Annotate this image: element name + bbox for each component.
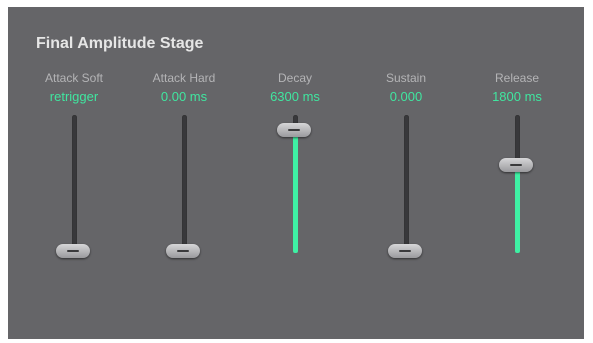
release-slider-fill [515,164,520,253]
attack-hard-slider-thumb[interactable] [166,244,200,258]
release-control: Release 1800 ms [462,0,572,343]
attack-hard-slider-track[interactable] [182,115,187,253]
attack-hard-control: Attack Hard 0.00 ms [129,0,239,343]
decay-control: Decay 6300 ms [240,0,350,343]
decay-label: Decay [277,71,312,85]
attack-soft-control: Attack Soft retrigger [19,0,129,343]
attack-soft-slider-track[interactable] [72,115,77,253]
sustain-slider-track[interactable] [404,115,409,253]
attack-hard-label: Attack Hard [152,71,216,85]
decay-value[interactable]: 6300 ms [240,89,350,104]
release-slider-track[interactable] [515,115,520,253]
attack-soft-slider-thumb[interactable] [56,244,90,258]
decay-slider-thumb[interactable] [277,122,311,137]
attack-hard-value[interactable]: 0.00 ms [129,89,239,104]
sustain-value[interactable]: 0.000 [351,89,461,104]
sustain-slider-thumb[interactable] [388,244,422,258]
release-label: Release [494,71,540,85]
sustain-label: Sustain [385,71,427,85]
release-slider-thumb[interactable] [499,157,533,172]
decay-slider-fill [293,129,298,253]
release-value[interactable]: 1800 ms [462,89,572,104]
sustain-control: Sustain 0.000 [351,0,461,343]
attack-soft-label: Attack Soft [44,71,104,85]
attack-soft-value[interactable]: retrigger [19,89,129,104]
